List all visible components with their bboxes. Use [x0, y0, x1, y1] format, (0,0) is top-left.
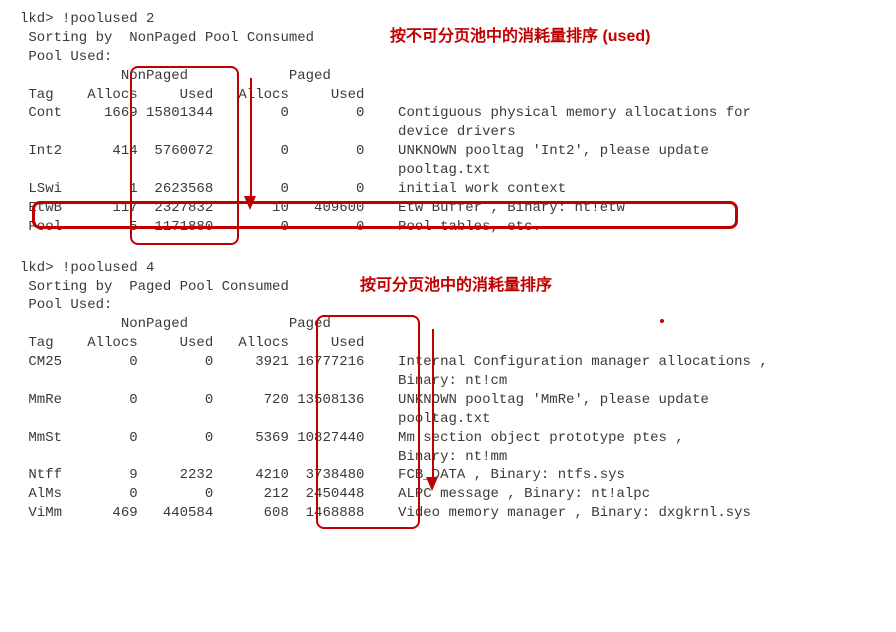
- table-row: Pool 5 1171880 0 0 Pool tables, etc.: [20, 218, 876, 237]
- table-row: Int2 414 5760072 0 0 UNKNOWN pooltag 'In…: [20, 142, 876, 161]
- annotation-paged-sort: 按可分页池中的消耗量排序: [360, 275, 552, 297]
- table-row: LSwi 1 2623568 0 0 initial work context: [20, 180, 876, 199]
- table-row: CM25 0 0 3921 16777216 Internal Configur…: [20, 353, 876, 372]
- section-poolused-4: lkd> !poolused 4 Sorting by Paged Pool C…: [20, 259, 876, 523]
- pool-used-label-1: Pool Used:: [20, 48, 876, 67]
- table-row: Binary: nt!cm: [20, 372, 876, 391]
- table-row: MmRe 0 0 720 13508136 UNKNOWN pooltag 'M…: [20, 391, 876, 410]
- header-cols-1: Tag Allocs Used Allocs Used: [20, 86, 876, 105]
- table-row: AlMs 0 0 212 2450448 ALPC message , Bina…: [20, 485, 876, 504]
- red-dot-icon: [660, 319, 664, 323]
- table-row: pooltag.txt: [20, 161, 876, 180]
- table-row: Ntff 9 2232 4210 3738480 FCB_DATA , Bina…: [20, 466, 876, 485]
- annotation-nonpaged-sort: 按不可分页池中的消耗量排序 (used): [390, 26, 650, 48]
- table-row: MmSt 0 0 5369 10827440 Mm section object…: [20, 429, 876, 448]
- table-row: device drivers: [20, 123, 876, 142]
- header-groups-2: NonPaged Paged: [20, 315, 876, 334]
- table-row-highlighted: EtwB 117 2327832 10 409600 Etw Buffer , …: [20, 199, 876, 218]
- section-poolused-2: lkd> !poolused 2 Sorting by NonPaged Poo…: [20, 10, 876, 237]
- header-cols-2: Tag Allocs Used Allocs Used: [20, 334, 876, 353]
- table-row: Binary: nt!mm: [20, 448, 876, 467]
- header-groups-1: NonPaged Paged: [20, 67, 876, 86]
- pool-used-label-2: Pool Used:: [20, 296, 876, 315]
- table-row: pooltag.txt: [20, 410, 876, 429]
- table-row: ViMm 469 440584 608 1468888 Video memory…: [20, 504, 876, 523]
- table-row: Cont 1669 15801344 0 0 Contiguous physic…: [20, 104, 876, 123]
